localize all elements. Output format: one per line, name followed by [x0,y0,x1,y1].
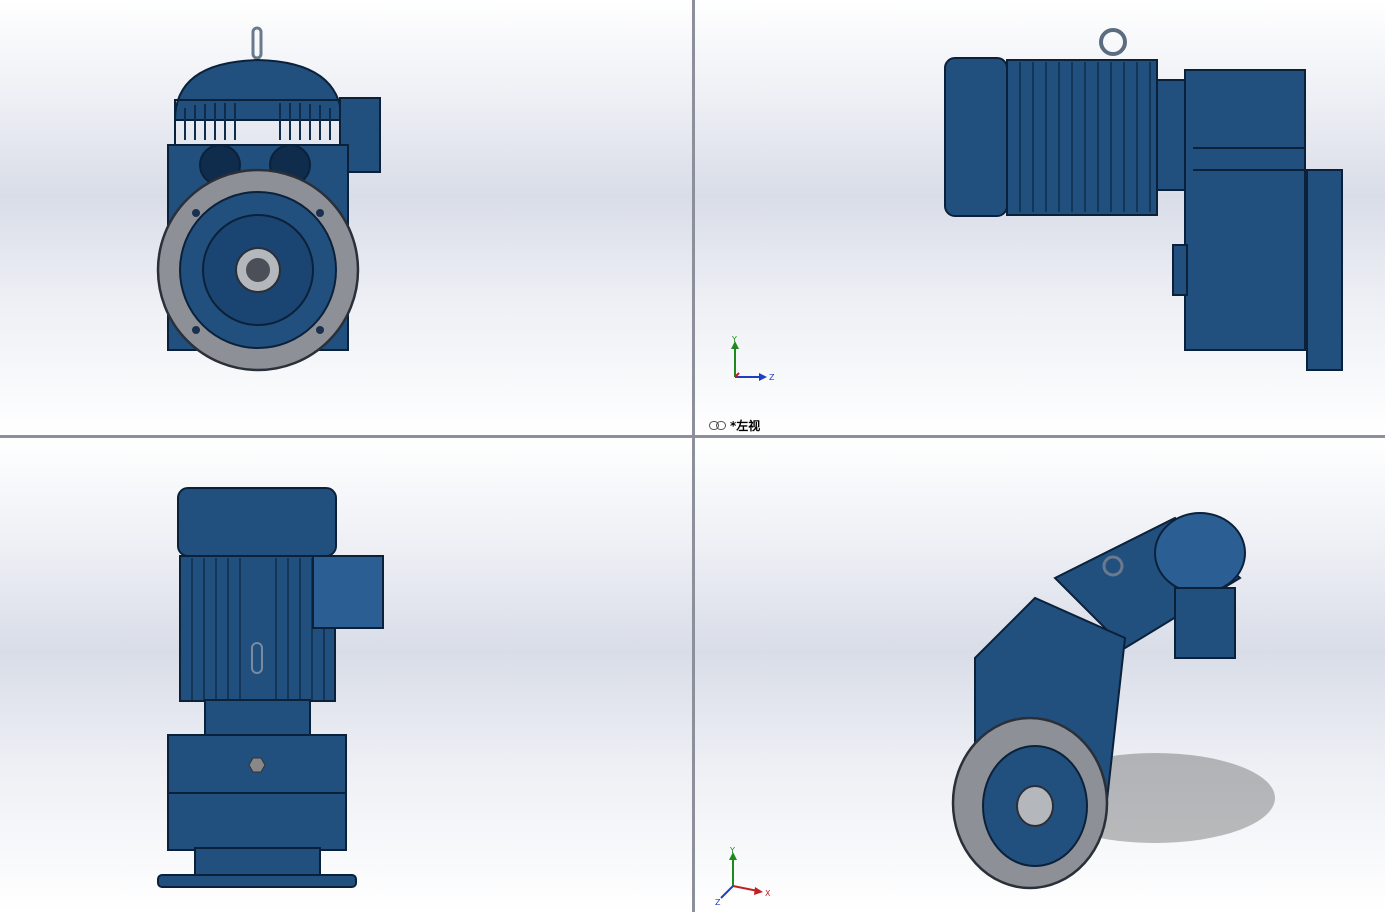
model-top-view [157,487,384,888]
view-name-label: *左视 [709,417,760,434]
axis-triad-left-view: Y Z [731,335,775,382]
viewport-front[interactable] [0,0,692,435]
iso-axis-y-label: Y [729,846,735,855]
viewport-top-view[interactable] [0,438,692,912]
iso-axis-z-label: Z [715,898,721,906]
axis-y-label: Y [731,335,737,344]
viewport-left-view[interactable]: Y Z *左视 [695,0,1385,435]
model-isometric-view [951,512,1275,890]
viewport-splitter-horizontal[interactable] [0,435,1385,438]
viewport-isometric[interactable]: Y X Z [695,438,1385,912]
model-front-view [156,26,381,372]
link-icon [709,421,726,430]
axis-z-label: Z [769,373,775,382]
axis-triad-isometric: Y X Z [715,846,771,906]
view-name-text: *左视 [730,419,761,433]
viewport-splitter-vertical[interactable] [692,0,695,912]
iso-axis-x-label: X [765,889,771,898]
